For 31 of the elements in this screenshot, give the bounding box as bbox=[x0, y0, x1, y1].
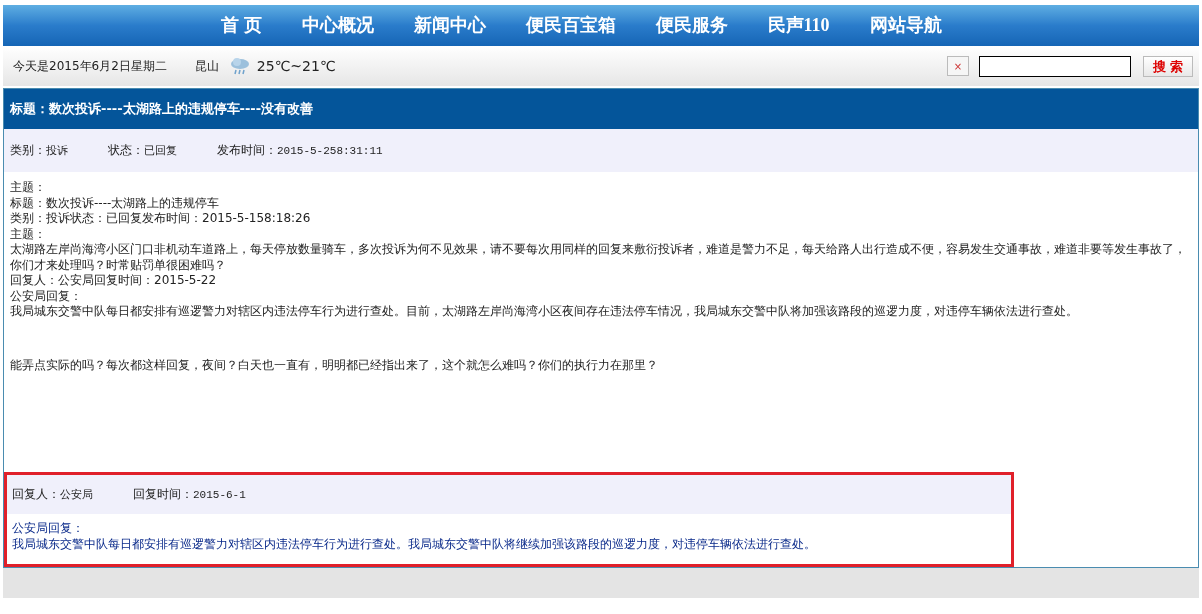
nav-link[interactable]: 便民百宝箱 bbox=[525, 12, 616, 39]
reply-text: 我局城东交警中队每日都安排有巡逻警力对辖区内违法停车行为进行查处。我局城东交警中队将继续加强该路段的巡逻力度，对违停车辆依法进行查处。 bbox=[12, 536, 817, 552]
body-text: 标题：数次投诉----太湖路上的违规停车 bbox=[10, 195, 221, 211]
body-text: 回复人：公安局回复时间：2015-5-22 bbox=[10, 273, 218, 289]
body-text: 主题： bbox=[10, 180, 47, 196]
nav-link[interactable]: 首 页 bbox=[221, 12, 262, 39]
body-text: 我局城东交警中队每日都安排有巡逻警力对辖区内违法停车行为进行查处。目前，太湖路左岸尚海湾小区夜间存在违法停车情况，我局城东交警中队将加强该路段的巡逻力度，对违停车辆依法进行查处。 bbox=[10, 304, 1079, 320]
rain-cloud-icon bbox=[228, 56, 251, 76]
search-field[interactable] bbox=[979, 55, 1131, 77]
body-text: 太湖路左岸尚海湾小区门口非机动车道路上，每天停放数量骑车，多次投诉为何不见效果，请不要每次用同样的回复来敷衍投诉者，难道是警力不足，每天给路人出行造成不便，容易发生交通事故，难道非要等发生事故了，你们才来处理吗？时常贴罚单很困难吗？ bbox=[10, 242, 1187, 273]
nav-link[interactable]: 网站导航 bbox=[869, 12, 942, 39]
body-text: 公安局回复： bbox=[10, 288, 83, 304]
nav-link[interactable]: 新闻中心 bbox=[413, 12, 486, 39]
body-text: 能弄点实际的吗？每次都这样回复，夜间？白天也一直有，明明都已经指出来了，这个就怎么难吗？你们的执行力在那里？ bbox=[10, 357, 659, 373]
meta-field: 发布时间：2015-5-258:31:11 bbox=[217, 141, 383, 160]
meta-field: 类别：投诉 bbox=[10, 141, 68, 160]
city-name: 昆山 bbox=[194, 58, 219, 75]
nav-link[interactable]: 便民服务 bbox=[655, 12, 728, 39]
reply-heading: 公安局回复： bbox=[12, 521, 85, 537]
body-text: 类别：投诉状态：已回复发布时间：2015-5-158:18:26 bbox=[10, 211, 312, 227]
nav-link[interactable]: 中心概况 bbox=[301, 12, 374, 39]
meta-field: 回复时间：2015-6-1 bbox=[133, 485, 246, 504]
temperature-text: 25℃~21℃ bbox=[256, 56, 336, 76]
search-button[interactable]: 搜 索 bbox=[1143, 55, 1193, 77]
meta-field: 回复人：公安局 bbox=[12, 485, 93, 504]
body-text: 主题： bbox=[10, 226, 47, 242]
post-title: 标题：数次投诉----太湖路上的违规停车----没有改善 bbox=[10, 100, 314, 119]
nav-link[interactable]: 民声110 bbox=[767, 12, 830, 39]
clear-button[interactable]: × bbox=[947, 56, 969, 76]
date-text: 今天是2015年6月2日星期二 bbox=[13, 58, 167, 75]
meta-field: 状态：已回复 bbox=[108, 141, 177, 160]
